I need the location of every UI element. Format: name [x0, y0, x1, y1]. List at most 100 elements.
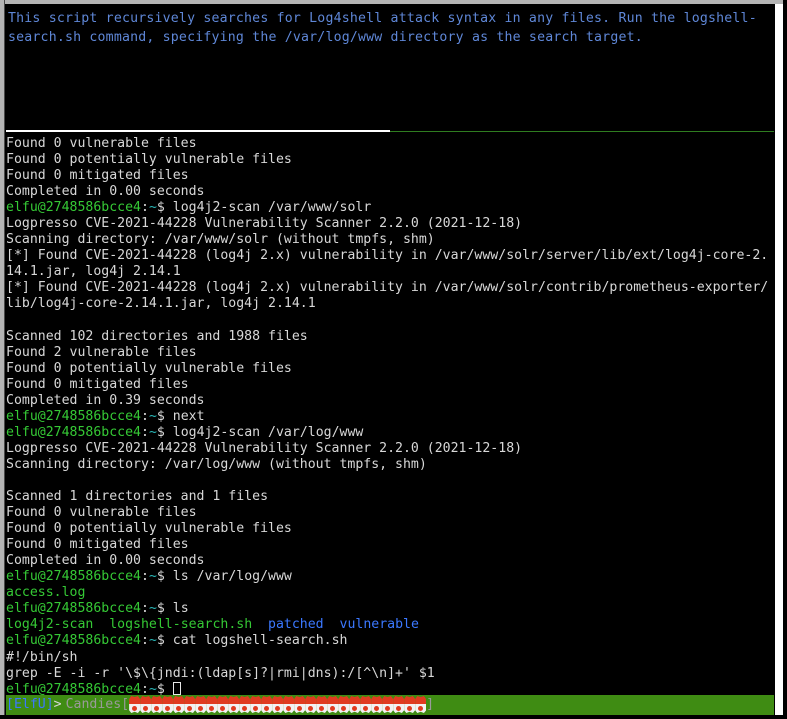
terminal-command-line: elfu@2748586bcce4:~$ log4j2-scan /var/ww…	[6, 200, 772, 216]
status-bracket-open: [	[121, 697, 130, 712]
terminal-command-text: ls	[172, 601, 189, 617]
prompt-dollar: $	[156, 569, 173, 585]
terminal-command-line: elfu@2748586bcce4:~$ next	[6, 409, 772, 425]
prompt-cwd: ~	[148, 408, 157, 424]
vertical-scrollbar[interactable]	[775, 4, 783, 715]
candy-icon	[206, 696, 218, 714]
candy-icon	[327, 696, 339, 714]
status-bracket-close: ]	[426, 697, 435, 712]
terminal-command-text: cat logshell-search.sh	[172, 633, 348, 649]
window-frame-top	[0, 0, 787, 4]
terminal-output-text: Logpresso CVE-2021-44228 Vulnerability S…	[6, 440, 523, 456]
candy-progress-meter	[129, 695, 427, 715]
candy-icon	[228, 696, 240, 714]
prompt-dollar: $	[156, 408, 173, 424]
candy-icon	[272, 696, 284, 714]
prompt-cwd: ~	[148, 569, 157, 585]
terminal-output-text: Scanned 102 directories and 1988 files	[6, 328, 308, 344]
terminal-output-text: Found 0 vulnerable files	[6, 505, 197, 521]
candy-icon	[151, 696, 163, 714]
tmux-status-bar: [ElfU]> Candies[ ]	[6, 695, 774, 715]
candy-icon	[173, 696, 185, 714]
candy-icon	[239, 696, 251, 714]
candy-icon	[261, 696, 273, 714]
terminal-output-text: Completed in 0.39 seconds	[6, 392, 205, 408]
candy-icon	[140, 696, 152, 714]
candy-icon	[338, 696, 350, 714]
status-session-name: [ElfU]	[6, 697, 54, 712]
ls-entry-separator	[93, 617, 109, 632]
prompt-user-host: elfu@2748586bcce4	[6, 601, 141, 617]
terminal-output-line: Found 0 mitigated files	[6, 537, 772, 553]
candy-icon	[415, 696, 427, 714]
terminal-output-line: grep -E -i -r '\$\{jndi:(ldap[s]?|rmi|dn…	[6, 666, 772, 682]
terminal-output-line: Completed in 0.39 seconds	[6, 393, 772, 409]
terminal-output-line: Scanned 102 directories and 1988 files	[6, 329, 772, 345]
candy-icon	[305, 696, 317, 714]
terminal-output-line: Logpresso CVE-2021-44228 Vulnerability S…	[6, 441, 772, 457]
terminal-output-line: Completed in 0.00 seconds	[6, 553, 772, 569]
terminal-command-line: elfu@2748586bcce4:~$ ls /var/log/www	[6, 569, 772, 585]
terminal-output-line: Scanning directory: /var/log/www (withou…	[6, 457, 772, 473]
candy-icon	[316, 696, 328, 714]
candy-icon	[404, 696, 416, 714]
prompt-dollar: $	[156, 424, 173, 440]
pane-divider-left	[6, 130, 390, 132]
instructions-banner: This script recursively searches for Log…	[8, 11, 757, 45]
terminal-output-line: Logpresso CVE-2021-44228 Vulnerability S…	[6, 216, 772, 232]
terminal-command-line: elfu@2748586bcce4:~$ cat logshell-search…	[6, 633, 772, 649]
candy-icon	[129, 696, 141, 714]
terminal-output-text: Completed in 0.00 seconds	[6, 184, 205, 200]
terminal-output-line: Found 0 potentially vulnerable files	[6, 521, 772, 537]
terminal-output-line: Found 2 vulnerable files	[6, 345, 772, 361]
pane-divider-right	[390, 131, 774, 132]
terminal-command-line: elfu@2748586bcce4:~$ ls	[6, 601, 772, 617]
prompt-dollar: $	[156, 633, 173, 649]
terminal-command-line: elfu@2748586bcce4:~$ log4j2-scan /var/lo…	[6, 425, 772, 441]
prompt-dollar: $	[156, 200, 173, 216]
candy-icon	[195, 696, 207, 714]
terminal-output-text: Scanned 1 directories and 1 files	[6, 489, 269, 505]
candy-icon	[371, 696, 383, 714]
prompt-dollar: $	[156, 601, 173, 617]
terminal-output-line: Found 0 mitigated files	[6, 168, 772, 184]
prompt-user-host: elfu@2748586bcce4	[6, 633, 141, 649]
terminal-output-text: [*] Found CVE-2021-44228 (log4j 2.x) vul…	[6, 248, 769, 280]
terminal-output-text: Scanning directory: /var/log/www (withou…	[6, 456, 427, 472]
scrollbar-gutter	[783, 0, 787, 719]
prompt-user-host: elfu@2748586bcce4	[6, 424, 141, 440]
prompt-colon: :	[140, 601, 149, 617]
terminal-command-text: next	[172, 408, 205, 424]
candy-icon	[283, 696, 295, 714]
prompt-colon: :	[140, 408, 149, 424]
terminal-output-line: Found 0 potentially vulnerable files	[6, 361, 772, 377]
terminal-output[interactable]: Found 0 vulnerable files Found 0 potentia…	[6, 136, 772, 698]
terminal-output-text: Found 0 potentially vulnerable files	[6, 152, 292, 168]
terminal-output-text: Logpresso CVE-2021-44228 Vulnerability S…	[6, 216, 523, 232]
terminal-output-line: [*] Found CVE-2021-44228 (log4j 2.x) vul…	[6, 248, 772, 280]
terminal-output-text: Found 0 vulnerable files	[6, 136, 197, 151]
terminal-output-text: grep -E -i -r '\$\{jndi:(ldap[s]?|rmi|dn…	[6, 665, 435, 681]
terminal-command-text: log4j2-scan /var/log/www	[172, 424, 364, 440]
terminal-output-line: Found 0 mitigated files	[6, 377, 772, 393]
prompt-user-host: elfu@2748586bcce4	[6, 408, 141, 424]
candy-icon	[393, 696, 405, 714]
prompt-user-host: elfu@2748586bcce4	[6, 200, 141, 216]
terminal-output-text: Completed in 0.00 seconds	[6, 553, 205, 569]
prompt-cwd: ~	[148, 424, 157, 440]
candy-icon	[162, 696, 174, 714]
candy-icon	[217, 696, 229, 714]
pane-divider	[6, 130, 774, 132]
candy-icon	[382, 696, 394, 714]
status-candies-label: Candies	[65, 697, 122, 712]
text-cursor[interactable]	[172, 681, 181, 695]
terminal-window: This script recursively searches for Log…	[0, 0, 787, 719]
candy-icon	[360, 696, 372, 714]
terminal-output-text: Found 0 mitigated files	[6, 168, 189, 184]
terminal-output-line: [*] Found CVE-2021-44228 (log4j 2.x) vul…	[6, 280, 772, 312]
window-frame-bottom	[0, 715, 787, 719]
terminal-output-text: Found 0 mitigated files	[6, 537, 189, 553]
status-arrow: >	[53, 697, 62, 712]
